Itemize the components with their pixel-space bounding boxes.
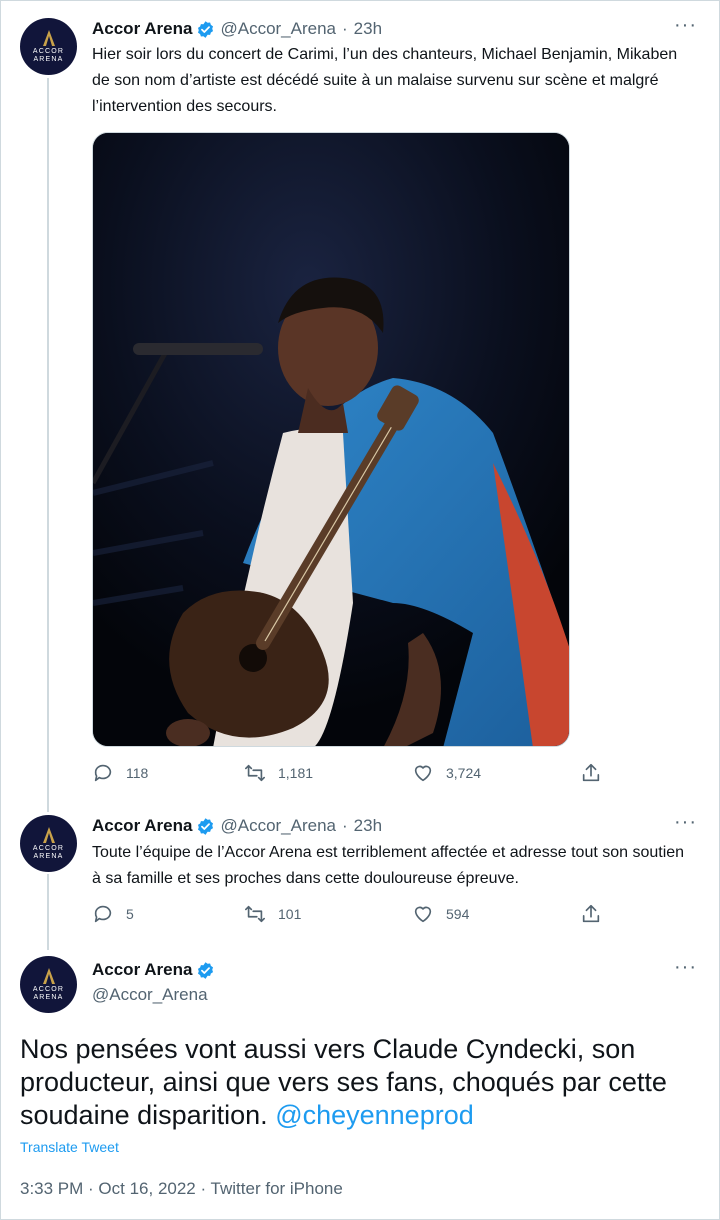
- verified-icon: [198, 961, 214, 979]
- display-name[interactable]: Accor Arena: [92, 816, 192, 836]
- reply-count: 118: [126, 765, 149, 781]
- like-count: 3,724: [446, 765, 482, 781]
- reply-icon: [94, 905, 112, 923]
- mention-link[interactable]: @cheyenneprod: [275, 1100, 474, 1130]
- avatar[interactable]: ACCOR ARENA: [20, 956, 77, 1013]
- retweet-icon: [245, 905, 265, 923]
- tweet-header: Accor Arena: [92, 959, 220, 981]
- verified-icon: [198, 20, 214, 38]
- share-button[interactable]: [580, 762, 614, 784]
- like-button[interactable]: 594: [412, 903, 469, 925]
- like-icon: [414, 906, 432, 923]
- tweet-header: Accor Arena @Accor_Arena · 23h: [92, 18, 382, 40]
- reply-button[interactable]: 118: [92, 762, 148, 784]
- thread-connector: [47, 874, 49, 950]
- tweet-time[interactable]: 23h: [354, 19, 382, 39]
- tweet-timestamp[interactable]: 3:33 PM · Oct 16, 2022 · Twitter for iPh…: [20, 1179, 343, 1199]
- verified-icon: [198, 817, 214, 835]
- main-tweet-text: Nos pensées vont aussi vers Claude Cynde…: [20, 1033, 710, 1132]
- separator-dot: ·: [342, 19, 348, 38]
- accor-logo-icon: [42, 29, 55, 46]
- more-icon[interactable]: ···: [674, 15, 698, 36]
- more-icon[interactable]: ···: [674, 957, 698, 978]
- tweet-actions: 118 1,181 3,724: [92, 762, 612, 786]
- tweet-text: Toute l’équipe de l’Accor Arena est terr…: [92, 844, 685, 887]
- more-icon[interactable]: ···: [674, 812, 698, 833]
- reply-icon: [94, 764, 112, 782]
- handle[interactable]: @Accor_Arena: [220, 816, 336, 836]
- retweet-icon: [245, 764, 265, 782]
- display-name[interactable]: Accor Arena: [92, 960, 192, 980]
- like-count: 594: [446, 906, 470, 922]
- display-name[interactable]: Accor Arena: [92, 19, 192, 39]
- thread-connector: [47, 78, 49, 812]
- retweet-button[interactable]: 1,181: [244, 762, 313, 784]
- retweet-button[interactable]: 101: [244, 903, 301, 925]
- tweet-time[interactable]: 23h: [354, 816, 382, 836]
- tweet-text: Hier soir lors du concert de Carimi, l’u…: [92, 46, 678, 115]
- retweet-count: 1,181: [278, 765, 314, 781]
- accor-logo-icon: [42, 967, 55, 984]
- avatar-logo-text: ACCOR ARENA: [32, 47, 65, 63]
- like-button[interactable]: 3,724: [412, 762, 481, 784]
- avatar-logo-text: ACCOR ARENA: [32, 844, 65, 860]
- tweet-header: Accor Arena @Accor_Arena · 23h: [92, 815, 382, 837]
- share-icon: [582, 904, 600, 923]
- translate-tweet-link[interactable]: Translate Tweet: [20, 1139, 119, 1155]
- avatar[interactable]: ACCOR ARENA: [20, 815, 77, 872]
- singer-photo: [93, 133, 569, 746]
- tweet-actions: 5 101 594: [92, 903, 612, 927]
- retweet-count: 101: [278, 906, 302, 922]
- avatar[interactable]: ACCOR ARENA: [20, 18, 77, 75]
- avatar-logo-text: ACCOR ARENA: [32, 985, 65, 1001]
- share-button[interactable]: [580, 903, 614, 925]
- reply-count: 5: [126, 906, 134, 922]
- share-icon: [582, 763, 600, 782]
- accor-logo-icon: [42, 826, 55, 843]
- tweet-photo[interactable]: [92, 132, 570, 747]
- handle[interactable]: @Accor_Arena: [92, 985, 208, 1005]
- handle[interactable]: @Accor_Arena: [220, 19, 336, 39]
- reply-button[interactable]: 5: [92, 903, 134, 925]
- like-icon: [414, 765, 432, 782]
- separator-dot: ·: [342, 816, 348, 835]
